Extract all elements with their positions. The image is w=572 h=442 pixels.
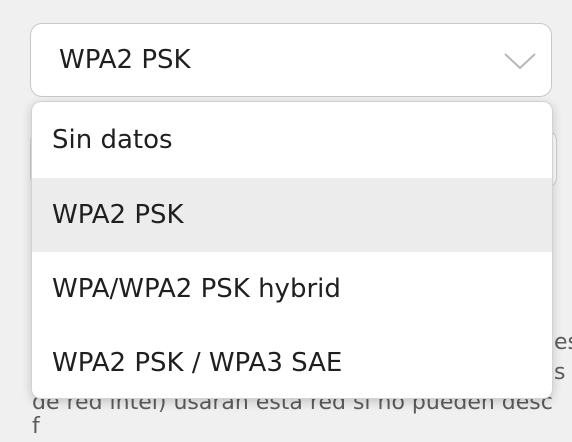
select-current-value: WPA2 PSK (59, 45, 191, 75)
option-wpa-wpa2-psk-hybrid[interactable]: WPA/WPA2 PSK hybrid (32, 252, 552, 326)
option-wpa2-psk[interactable]: WPA2 PSK (32, 178, 552, 252)
option-sin-datos[interactable]: Sin datos (32, 102, 552, 178)
security-type-select[interactable]: WPA2 PSK (30, 23, 552, 97)
chevron-down-icon (504, 53, 536, 70)
option-wpa2-psk-wpa3-sae[interactable]: WPA2 PSK / WPA3 SAE (32, 326, 552, 398)
background-text-tail: f (32, 414, 40, 439)
security-type-dropdown: Sin datos WPA2 PSK WPA/WPA2 PSK hybrid W… (31, 101, 553, 399)
